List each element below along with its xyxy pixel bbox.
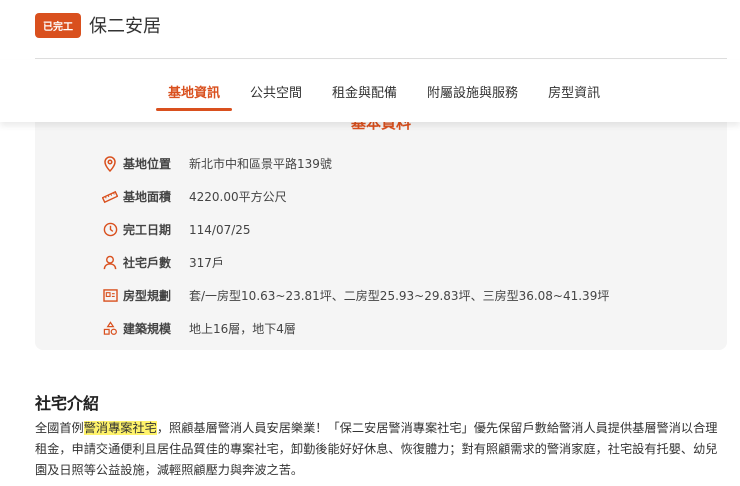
info-value: 地上16層，地下4層 <box>189 322 296 336</box>
person-icon <box>102 255 118 271</box>
info-value: 4220.00平方公尺 <box>189 190 287 204</box>
info-rows: 基地位置 新北市中和區景平路139號 基地面積 4220.00平方公尺 完工日期… <box>102 147 609 345</box>
tab-facilities-services[interactable]: 附屬設施與服務 <box>415 82 530 111</box>
info-value: 新北市中和區景平路139號 <box>189 157 332 171</box>
divider <box>35 58 727 59</box>
info-label: 建築規模 <box>123 322 172 336</box>
info-row-unit-plan: 房型規劃 套/一房型10.63~23.81坪、二房型25.93~29.83坪、三… <box>102 279 609 312</box>
info-row-location: 基地位置 新北市中和區景平路139號 <box>102 147 609 180</box>
info-row-completion-date: 完工日期 114/07/25 <box>102 213 609 246</box>
tab-bar: 基地資訊 公共空間 租金與配備 附屬設施與服務 房型資訊 <box>0 60 740 122</box>
info-label: 房型規劃 <box>123 289 172 303</box>
ruler-icon <box>102 189 118 205</box>
info-row-area: 基地面積 4220.00平方公尺 <box>102 180 609 213</box>
location-pin-icon <box>102 155 118 172</box>
tab-site-info[interactable]: 基地資訊 <box>156 82 233 111</box>
info-value: 114/07/25 <box>189 222 251 237</box>
info-label: 社宅戶數 <box>123 256 172 270</box>
intro-title: 社宅介紹 <box>35 394 100 413</box>
info-row-units: 社宅戶數 317戶 <box>102 246 609 279</box>
intro-highlight: 警消專案社宅 <box>83 421 157 435</box>
info-label: 完工日期 <box>123 223 172 237</box>
intro-prefix: 全國首例 <box>35 421 84 435</box>
status-badge: 已完工 <box>35 12 81 38</box>
info-row-building-scale: 建築規模 地上16層，地下4層 <box>102 312 609 345</box>
info-label: 基地位置 <box>123 157 172 171</box>
tab-public-space[interactable]: 公共空間 <box>238 82 314 111</box>
tab-unit-types[interactable]: 房型資訊 <box>536 82 612 111</box>
intro-paragraph: 全國首例警消專案社宅，照顧基層警消人員安居樂業！「保二安居警消專案社宅」優先保留… <box>35 418 727 481</box>
page-title: 保二安居 <box>89 16 161 37</box>
info-value: 317戶 <box>189 256 224 270</box>
clock-icon <box>102 222 118 238</box>
page-header: 已完工 保二安居 <box>35 12 161 38</box>
info-label: 基地面積 <box>123 190 172 204</box>
tab-rent-equipment[interactable]: 租金與配備 <box>320 82 409 111</box>
shapes-icon <box>102 321 118 337</box>
floorplan-icon <box>102 288 118 304</box>
info-value: 套/一房型10.63~23.81坪、二房型25.93~29.83坪、三房型36.… <box>189 289 610 303</box>
